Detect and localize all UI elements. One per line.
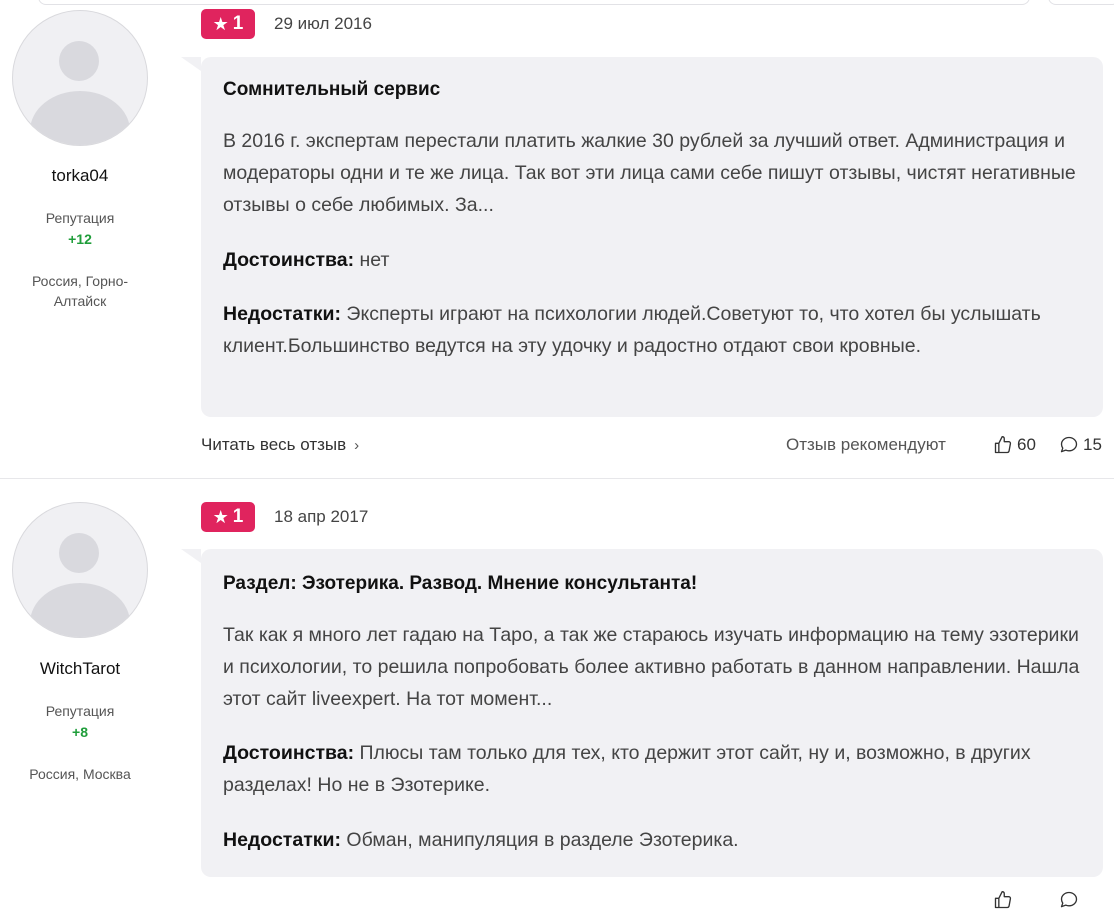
previous-button-edge <box>1048 0 1114 5</box>
comments-button[interactable] <box>1059 890 1079 910</box>
thumbs-up-icon <box>994 436 1012 454</box>
review-body: В 2016 г. экспертам перестали платить жа… <box>223 130 1076 216</box>
author-location: Россия, Горно-Алтайск <box>31 273 129 309</box>
pros-text: нет <box>359 249 390 271</box>
review-cons: Недостатки: Эксперты играют на психологи… <box>223 298 1083 362</box>
author-username[interactable]: WitchTarot <box>0 659 160 679</box>
review-date: 18 апр 2017 <box>274 507 369 526</box>
rating-badge: ★ 1 <box>201 502 255 532</box>
avatar[interactable] <box>12 10 148 146</box>
read-more-link[interactable]: Читать весь отзыв › <box>201 435 359 455</box>
review-title[interactable]: Сомнительный сервис <box>223 79 440 101</box>
reputation-label: Репутация <box>45 703 115 719</box>
top-border <box>0 0 1114 6</box>
review-pros: Достоинства: Плюсы там только для тех, к… <box>223 737 1083 801</box>
review-actions: Читать весь отзыв › Отзыв рекомендуют 60 … <box>201 435 1103 459</box>
review-pros: Достоинства: нет <box>223 244 1083 276</box>
read-more-label: Читать весь отзыв <box>201 435 347 454</box>
review-bubble[interactable]: Раздел: Эзотерика. Развод. Мнение консул… <box>181 549 1103 877</box>
previous-element-edge <box>38 0 1030 5</box>
reputation-value: +8 <box>72 724 88 740</box>
review-actions <box>201 890 1103 914</box>
cons-label: Недостатки: <box>223 829 341 851</box>
reputation-label: Репутация <box>45 210 115 226</box>
recommend-label: Отзыв рекомендуют <box>786 435 946 454</box>
comments-count: 15 <box>1083 435 1102 454</box>
rating-value: 1 <box>232 13 244 34</box>
star-icon: ★ <box>212 14 229 34</box>
avatar[interactable] <box>12 502 148 638</box>
author-location: Россия, Москва <box>29 766 131 782</box>
likes-count: 60 <box>1017 435 1036 454</box>
chevron-right-icon: › <box>354 437 360 454</box>
review-title[interactable]: Раздел: Эзотерика. Развод. Мнение консул… <box>223 573 697 595</box>
comment-icon <box>1060 436 1078 453</box>
cons-text: Обман, манипуляция в разделе Эзотерика. <box>346 829 739 851</box>
review-date: 29 июл 2016 <box>274 14 372 33</box>
review-divider <box>0 478 1114 479</box>
cons-label: Недостатки: <box>223 303 341 325</box>
review-body: Так как я много лет гадаю на Таро, а так… <box>223 624 1080 710</box>
pros-label: Достоинства: <box>223 249 355 271</box>
cons-text: Эксперты играют на психологии людей.Сове… <box>223 303 1041 357</box>
comment-icon <box>1060 891 1078 908</box>
rating-badge: ★ 1 <box>201 9 255 39</box>
author-username[interactable]: torka04 <box>0 166 160 186</box>
like-button[interactable] <box>993 890 1013 910</box>
thumbs-up-icon <box>994 891 1012 909</box>
rating-value: 1 <box>232 506 244 527</box>
reputation-value: +12 <box>68 231 92 247</box>
pros-label: Достоинства: <box>223 742 355 764</box>
review-cons: Недостатки: Обман, манипуляция в разделе… <box>223 824 1083 856</box>
review-bubble[interactable]: Сомнительный сервис В 2016 г. экспертам … <box>181 57 1103 417</box>
star-icon: ★ <box>212 507 229 527</box>
comments-button[interactable]: 15 <box>1059 435 1102 455</box>
like-button[interactable]: 60 <box>993 435 1036 455</box>
